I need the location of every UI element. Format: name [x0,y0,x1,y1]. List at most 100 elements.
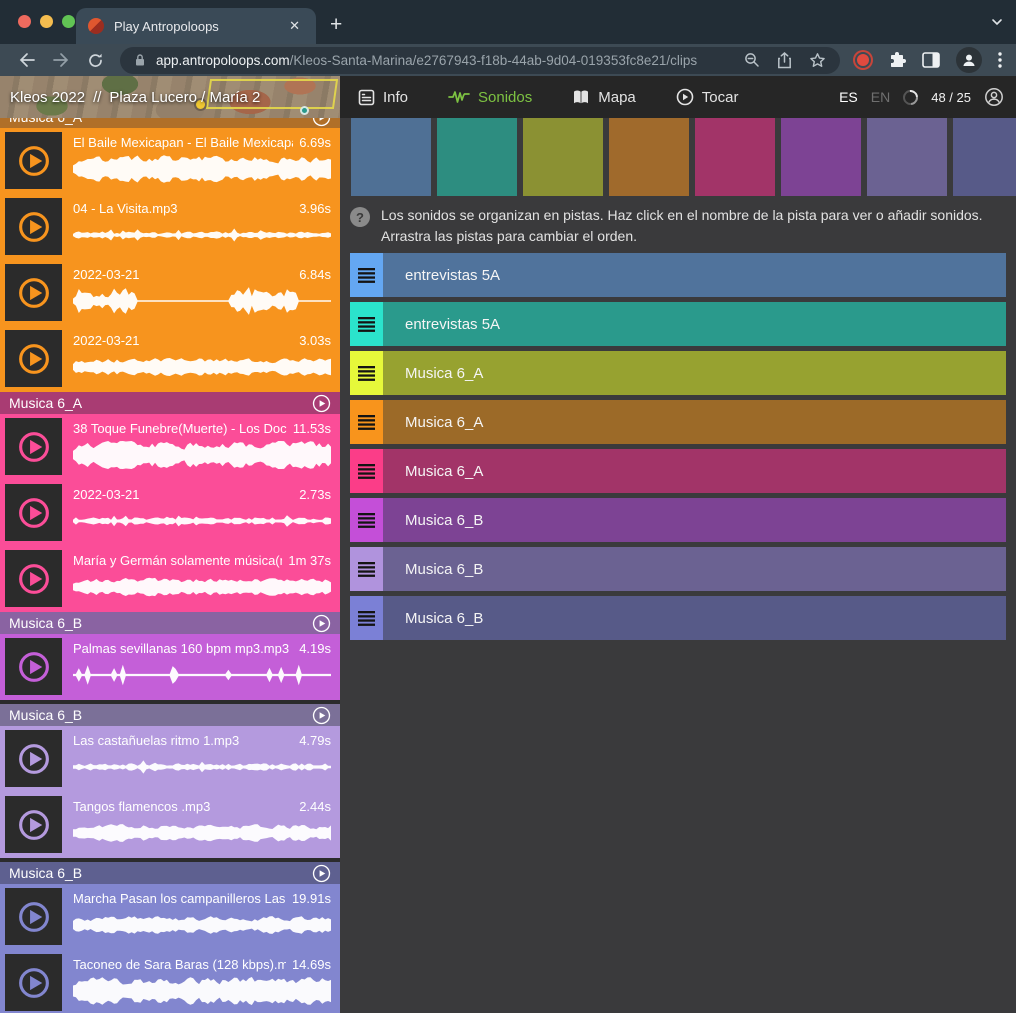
clip-play-button[interactable] [5,264,62,321]
clip-row[interactable]: 2022-03-216.84s [0,260,340,326]
track-row[interactable]: entrevistas 5A [350,302,1006,346]
nav-label-mapa: Mapa [598,89,636,106]
nav-item-sonidos[interactable]: Sonidos [448,89,532,106]
clip-play-button[interactable] [5,132,62,189]
play-icon [12,425,56,469]
back-button[interactable] [12,52,42,68]
clip-play-button[interactable] [5,198,62,255]
clip-row[interactable]: 2022-03-213.03s [0,326,340,392]
track-drag-handle[interactable] [350,449,383,493]
clip-row[interactable]: 04 - La Visita.mp33.96s [0,194,340,260]
bookmark-star-icon[interactable] [809,52,826,69]
clip-row[interactable]: Marcha Pasan los campanilleros Las Mejor… [0,884,340,950]
track-drag-handle[interactable] [350,596,383,640]
section-clips: Marcha Pasan los campanilleros Las Mejor… [0,884,340,1013]
clip-play-button[interactable] [5,418,62,475]
track-body[interactable]: Musica 6_A [383,351,1006,395]
track-body[interactable]: Musica 6_B [383,498,1006,542]
close-window-button[interactable] [18,15,31,28]
clip-play-button[interactable] [5,550,62,607]
section-play-button[interactable] [312,864,331,883]
new-tab-button[interactable]: + [330,13,342,37]
map-icon [572,89,590,105]
share-icon[interactable] [777,52,792,69]
nav-item-info[interactable]: Info [358,89,408,106]
section-play-button[interactable] [312,614,331,633]
profile-avatar[interactable] [956,47,982,73]
section-header[interactable]: Musica 6_B [0,862,340,884]
section-play-button[interactable] [312,118,331,127]
palette-swatch[interactable] [351,118,431,196]
palette-swatch[interactable] [867,118,947,196]
track-row[interactable]: Musica 6_B [350,596,1006,640]
clip-play-button[interactable] [5,730,62,787]
section-header[interactable]: Musica 6_B [0,704,340,726]
track-drag-handle[interactable] [350,302,383,346]
palette-swatch[interactable] [695,118,775,196]
palette-swatch[interactable] [437,118,517,196]
track-row[interactable]: Musica 6_A [350,449,1006,493]
breadcrumb-project[interactable]: Kleos 2022 [10,89,85,106]
extensions-puzzle-icon[interactable] [888,51,906,69]
clip-row[interactable]: Palmas sevillanas 160 bpm mp3.mp34.19s [0,634,340,700]
sidebar-toggle-icon[interactable] [922,52,940,68]
clip-play-button[interactable] [5,796,62,853]
palette-swatch[interactable] [609,118,689,196]
track-body[interactable]: Musica 6_B [383,547,1006,591]
clip-row[interactable]: Las castañuelas ritmo 1.mp34.79s [0,726,340,792]
clip-row[interactable]: Tangos flamencos .mp32.44s [0,792,340,858]
forward-button[interactable] [46,52,76,68]
section-play-button[interactable] [312,394,331,413]
clip-play-button[interactable] [5,330,62,387]
clip-row[interactable]: Taconeo de Sara Baras (128 kbps).mp314.6… [0,950,340,1013]
lang-toggle-es[interactable]: ES [839,89,858,105]
account-icon[interactable] [984,87,1004,107]
zoom-icon[interactable] [744,52,760,68]
section-header[interactable]: Musica 6_B [0,612,340,634]
clip-play-button[interactable] [5,638,62,695]
recording-extension-icon[interactable] [857,54,869,66]
track-row[interactable]: Musica 6_A [350,400,1006,444]
palette-swatch[interactable] [781,118,861,196]
track-body[interactable]: Musica 6_B [383,596,1006,640]
minimize-window-button[interactable] [40,15,53,28]
clip-row[interactable]: El Baile Mexicapan - El Baile Mexicapan.… [0,128,340,194]
track-row[interactable]: entrevistas 5A [350,253,1006,297]
track-drag-handle[interactable] [350,547,383,591]
track-drag-handle[interactable] [350,351,383,395]
section-header[interactable]: Musica 6_A [0,392,340,414]
track-body[interactable]: Musica 6_A [383,449,1006,493]
nav-item-tocar[interactable]: Tocar [676,88,739,106]
maximize-window-button[interactable] [62,15,75,28]
browser-tab[interactable]: Play Antropoloops ✕ [76,8,316,44]
clip-row[interactable]: María y Germán solamente música(maría 2.… [0,546,340,612]
palette-swatch[interactable] [953,118,1016,196]
track-row[interactable]: Musica 6_A [350,351,1006,395]
address-bar[interactable]: app.antropoloops.com/Kleos-Santa-Marina/… [120,47,840,74]
clip-row[interactable]: 38 Toque Funebre(Muerte) - Los Doce Par.… [0,414,340,480]
track-body[interactable]: entrevistas 5A [383,302,1006,346]
section-header[interactable]: Musica 6_A [0,118,340,128]
palette-swatch[interactable] [523,118,603,196]
tab-close-icon[interactable]: ✕ [285,16,304,36]
track-body[interactable]: Musica 6_A [383,400,1006,444]
browser-menu-icon[interactable] [998,52,1002,68]
track-drag-handle[interactable] [350,253,383,297]
track-row[interactable]: Musica 6_B [350,547,1006,591]
track-drag-handle[interactable] [350,400,383,444]
clips-sidebar: Musica 6_AEl Baile Mexicapan - El Baile … [0,118,340,1013]
clip-row[interactable]: 2022-03-212.73s [0,480,340,546]
clip-play-button[interactable] [5,954,62,1011]
track-name: Musica 6_B [405,561,483,578]
reload-button[interactable] [80,52,110,69]
track-row[interactable]: Musica 6_B [350,498,1006,542]
clip-play-button[interactable] [5,484,62,541]
map-thumbnail[interactable]: Kleos 2022 // Plaza Lucero / María 2 [0,76,340,118]
section-play-button[interactable] [312,706,331,725]
track-body[interactable]: entrevistas 5A [383,253,1006,297]
tab-search-chevron-icon[interactable] [990,15,1004,29]
track-drag-handle[interactable] [350,498,383,542]
clip-play-button[interactable] [5,888,62,945]
nav-item-mapa[interactable]: Mapa [572,89,636,106]
lang-toggle-en[interactable]: EN [871,89,890,105]
